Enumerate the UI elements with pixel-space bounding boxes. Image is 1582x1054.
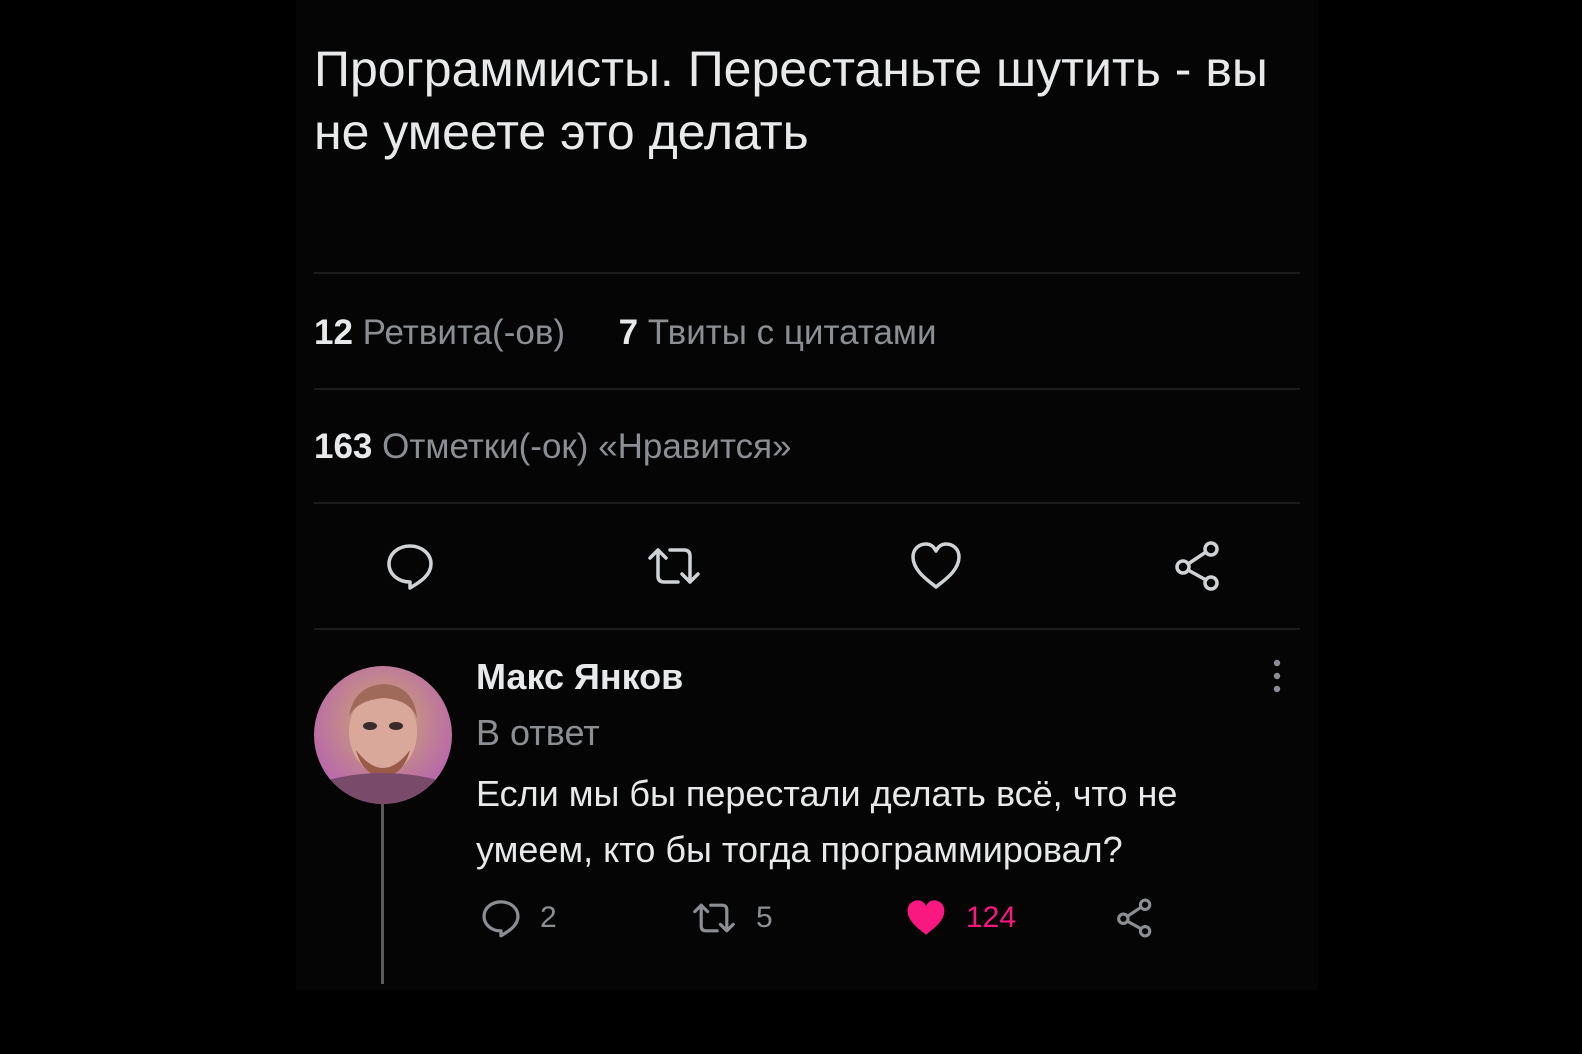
reply-tweet[interactable]: Макс Янков В ответ Если мы бы перестали …: [296, 636, 1318, 986]
retweet-quote-stats: 12 Ретвита(-ов) 7 Твиты с цитатами: [314, 313, 937, 353]
retweet-icon: [693, 903, 735, 933]
reply-icon: [482, 900, 520, 938]
share-icon[interactable]: [1168, 536, 1228, 596]
reply-likes-count: 124: [966, 901, 1017, 934]
reply-share-button[interactable]: [1114, 890, 1156, 946]
more-options-icon[interactable]: [1262, 656, 1292, 696]
reply-replies-count: 2: [540, 901, 557, 934]
divider: [314, 502, 1300, 504]
divider: [314, 388, 1300, 390]
avatar[interactable]: [314, 666, 452, 804]
tweet-text: Программисты. Перестаньте шутить - вы не…: [314, 41, 1268, 160]
reply-subtitle: В ответ: [476, 712, 600, 753]
reply-reply-button[interactable]: 2: [480, 890, 557, 946]
reply-like-button[interactable]: 124: [904, 890, 1016, 946]
retweets-stat[interactable]: 12 Ретвита(-ов): [314, 313, 575, 352]
retweets-count: 12: [314, 313, 353, 352]
tweet-actions-bar: [296, 536, 1318, 606]
divider: [314, 628, 1300, 630]
quotes-stat[interactable]: 7 Твиты с цитатами: [619, 313, 937, 352]
likes-label: Отметки(-ок) «Нравится»: [382, 427, 792, 466]
reply-retweet-button[interactable]: 5: [690, 890, 773, 946]
reply-icon[interactable]: [380, 536, 440, 596]
heart-filled-icon: [907, 900, 945, 935]
reply-retweets-count: 5: [756, 901, 773, 934]
reply-actions-bar: 2 5 124: [296, 890, 1318, 950]
likes-count: 163: [314, 427, 373, 466]
reply-text: Если мы бы перестали делать всё, что не …: [476, 773, 1178, 870]
likes-stat[interactable]: 163 Отметки(-ок) «Нравится»: [314, 427, 792, 467]
reply-author-name[interactable]: Макс Янков: [476, 656, 683, 698]
tweet-detail-panel: Программисты. Перестаньте шутить - вы не…: [296, 0, 1318, 990]
divider: [314, 272, 1300, 274]
retweet-icon[interactable]: [644, 536, 704, 596]
quotes-label: Твиты с цитатами: [647, 313, 937, 352]
like-icon[interactable]: [906, 536, 966, 596]
retweets-label: Ретвита(-ов): [362, 313, 566, 352]
quotes-count: 7: [618, 313, 639, 352]
share-icon: [1117, 898, 1152, 938]
